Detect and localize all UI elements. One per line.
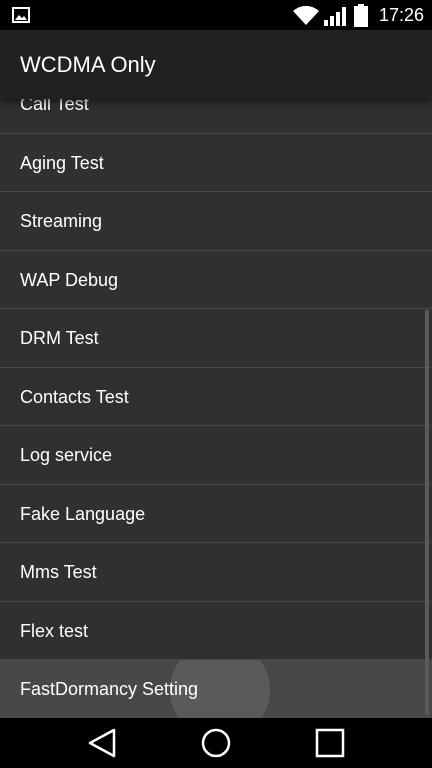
list-item-streaming[interactable]: Streaming [0, 192, 432, 251]
battery-icon [354, 4, 368, 27]
scrollbar[interactable] [425, 310, 429, 715]
recents-button[interactable] [312, 726, 348, 760]
list-item-mms-test[interactable]: Mms Test [0, 543, 432, 602]
back-icon [88, 728, 116, 758]
list-item-flex-test[interactable]: Flex test [0, 602, 432, 660]
list-item-log-service[interactable]: Log service [0, 426, 432, 485]
list-item-wap-debug[interactable]: WAP Debug [0, 251, 432, 309]
app-bar: WCDMA Only [0, 30, 432, 99]
recents-icon [315, 728, 345, 758]
home-icon [201, 728, 231, 758]
list-item-label: Aging Test [20, 152, 104, 173]
list-item-fake-language[interactable]: Fake Language [0, 485, 432, 543]
list-item-label: Flex test [20, 620, 89, 641]
home-button[interactable] [198, 726, 234, 760]
list-item-label: FastDormancy Setting [20, 679, 199, 699]
signal-icon [324, 7, 346, 26]
back-button[interactable] [84, 726, 120, 760]
list-item-label: WAP Debug [20, 269, 119, 290]
list-item-label: Streaming [20, 211, 103, 231]
status-bar: 17:26 [0, 0, 432, 30]
status-time: 17:26 [378, 5, 424, 25]
list-item-label: DRM Test [20, 328, 99, 348]
list-item-label: Mms Test [20, 562, 97, 582]
list-item-label: Contacts Test [20, 386, 129, 407]
list-item-fastdormancy-setting[interactable]: FastDormancy Setting [0, 660, 432, 718]
list-item-drm-test[interactable]: DRM Test [0, 309, 432, 368]
settings-list[interactable]: Call Test Aging Test Streaming WAP Debug… [0, 75, 432, 718]
list-item-label: Log service [20, 445, 113, 465]
navigation-bar [0, 718, 432, 768]
list-item-label: Fake Language [20, 503, 146, 524]
wifi-icon [293, 5, 319, 25]
image-icon [12, 7, 30, 23]
list-item-aging-test[interactable]: Aging Test [0, 134, 432, 192]
list-item-contacts-test[interactable]: Contacts Test [0, 368, 432, 426]
page-title: WCDMA Only [20, 52, 156, 77]
